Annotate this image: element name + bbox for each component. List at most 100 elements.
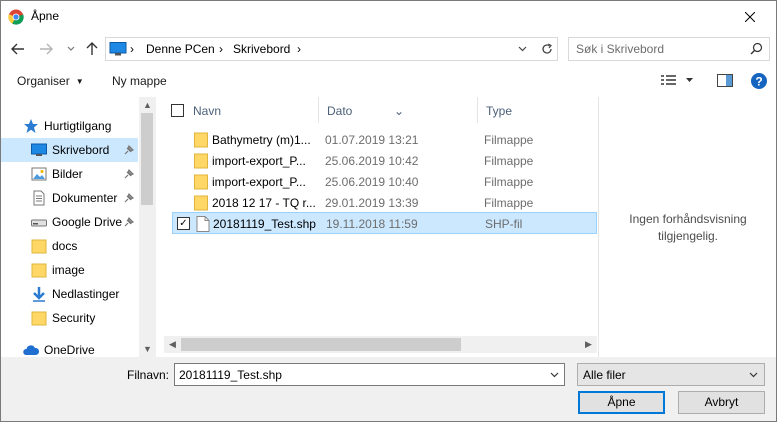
column-header-label: Navn — [193, 104, 222, 118]
nav-item-security[interactable]: Security — [1, 306, 138, 330]
sort-caret-icon: ⌄ — [394, 104, 405, 118]
file-row[interactable]: import-export_P... 25.06.2019 10:40 Film… — [172, 171, 597, 193]
nav-item-onedrive[interactable]: OneDrive — [1, 338, 138, 357]
file-type: Filmappe — [484, 196, 534, 210]
close-button[interactable] — [728, 3, 772, 30]
breadcrumb-separator: › — [219, 42, 223, 56]
close-icon — [745, 11, 755, 22]
file-row[interactable]: Bathymetry (m)1... 01.07.2019 13:21 Film… — [172, 129, 597, 151]
select-all-checkbox[interactable] — [171, 104, 184, 117]
preview-pane-icon[interactable] — [717, 74, 733, 87]
arrow-up-icon — [86, 42, 98, 55]
file-type-filter[interactable]: Alle filer — [577, 363, 765, 386]
arrow-right-icon — [40, 43, 53, 55]
forward-button[interactable] — [37, 40, 55, 58]
file-list-scrollbar[interactable]: ◀ ▶ — [164, 336, 597, 353]
address-bar[interactable]: › Denne PCen › Skrivebord › — [105, 37, 558, 61]
window-title: Åpne — [31, 9, 60, 23]
drive-icon — [31, 219, 47, 227]
filename-input[interactable]: 20181119_Test.shp — [174, 363, 565, 386]
preview-pane: Ingen forhåndsvisning tilgjengelig. — [598, 97, 776, 357]
title-bar: Åpne — [1, 1, 776, 32]
arrow-left-icon — [11, 43, 24, 55]
cancel-button[interactable]: Avbryt — [678, 391, 765, 414]
breadcrumb-desktop[interactable]: Skrivebord — [233, 42, 290, 56]
dialog-footer: Filnavn: 20181119_Test.shp Alle filer Åp… — [1, 357, 776, 421]
scroll-down-icon[interactable]: ▼ — [139, 341, 156, 357]
column-header-name[interactable]: Navn — [164, 97, 319, 123]
folder-icon — [194, 174, 208, 190]
nav-item-quick-access[interactable]: Hurtigtilgang — [1, 114, 138, 138]
new-folder-button[interactable]: Ny mappe — [112, 74, 167, 88]
chevron-down-icon — [67, 46, 75, 51]
filename-value: 20181119_Test.shp — [179, 368, 282, 382]
svg-text:?: ? — [755, 74, 762, 88]
scroll-left-icon[interactable]: ◀ — [164, 336, 181, 353]
pin-icon — [124, 192, 135, 203]
breadcrumb-this-pc[interactable]: Denne PCen — [146, 42, 215, 56]
nav-scrollbar-thumb[interactable] — [141, 113, 153, 205]
address-history-dropdown[interactable] — [513, 38, 531, 60]
file-row-selected[interactable]: ✓ 20181119_Test.shp 19.11.2018 11:59 SHP… — [172, 212, 597, 234]
pin-icon — [124, 168, 135, 179]
column-header-type[interactable]: Type — [478, 97, 597, 123]
nav-item-label: Security — [52, 311, 96, 325]
file-icon — [196, 216, 210, 232]
nav-item-label: OneDrive — [44, 343, 95, 357]
organize-menu[interactable]: Organiser ▼ — [17, 74, 84, 88]
filter-dropdown[interactable] — [745, 367, 761, 383]
refresh-button[interactable] — [535, 38, 557, 60]
preview-message: Ingen forhåndsvisning tilgjengelig. — [599, 211, 777, 245]
nav-item-downloads[interactable]: Nedlastinger — [1, 282, 138, 306]
nav-item-documents[interactable]: Dokumenter — [1, 186, 138, 210]
folder-icon — [194, 195, 208, 211]
folder-icon — [194, 153, 208, 169]
file-type: Filmappe — [484, 175, 534, 189]
file-name: Bathymetry (m)1... — [212, 133, 311, 147]
open-file-dialog: Åpne › Denne PCen › Skrivebord › Søk i S… — [0, 0, 777, 422]
nav-scrollbar[interactable]: ▲ ▼ — [139, 97, 156, 357]
back-button[interactable] — [9, 40, 27, 58]
preview-message-line: tilgjengelig. — [657, 229, 719, 243]
open-button[interactable]: Åpne — [578, 391, 665, 414]
search-box[interactable]: Søk i Skrivebord — [568, 37, 770, 61]
view-options-icon[interactable] — [661, 74, 693, 87]
navigation-pane: Hurtigtilgang Skrivebord Bilder Dokument… — [1, 97, 156, 357]
documents-icon — [33, 190, 45, 206]
folder-icon — [31, 239, 47, 254]
help-icon[interactable]: ? — [751, 73, 767, 89]
scroll-up-icon[interactable]: ▲ — [139, 97, 156, 113]
nav-item-desktop[interactable]: Skrivebord — [1, 138, 138, 162]
nav-item-label: image — [52, 263, 85, 277]
scroll-right-icon[interactable]: ▶ — [580, 336, 597, 353]
folder-icon — [194, 132, 208, 148]
star-icon — [24, 119, 38, 133]
file-row[interactable]: import-export_P... 25.06.2019 10:42 Film… — [172, 150, 597, 172]
file-date: 25.06.2019 10:40 — [325, 175, 419, 189]
nav-item-google-drive[interactable]: Google Drive — [1, 210, 138, 234]
file-name: import-export_P... — [212, 175, 306, 189]
nav-item-label: Hurtigtilgang — [44, 119, 112, 133]
refresh-icon — [541, 43, 552, 54]
recent-locations-button[interactable] — [62, 40, 80, 58]
column-header-date[interactable]: Dato ⌄ — [319, 97, 478, 123]
nav-item-label: Google Drive — [52, 215, 123, 229]
up-button[interactable] — [83, 40, 101, 58]
file-list: Navn Dato ⌄ Type Bathymetry (m)1... 01.0… — [164, 97, 597, 357]
file-list-scrollbar-thumb[interactable] — [181, 338, 461, 351]
row-checkbox[interactable]: ✓ — [177, 217, 190, 230]
breadcrumb-separator: › — [297, 42, 301, 56]
filename-history-dropdown[interactable] — [546, 367, 562, 383]
nav-item-image[interactable]: image — [1, 258, 138, 282]
nav-item-label: Nedlastinger — [52, 287, 120, 301]
chevron-down-icon — [550, 372, 558, 378]
nav-item-pictures[interactable]: Bilder — [1, 162, 138, 186]
chrome-icon — [8, 9, 24, 25]
file-date: 25.06.2019 10:42 — [325, 154, 419, 168]
breadcrumb-separator: › — [130, 42, 134, 56]
nav-item-docs[interactable]: docs — [1, 234, 138, 258]
file-type: Filmappe — [484, 133, 534, 147]
search-placeholder: Søk i Skrivebord — [576, 42, 665, 56]
computer-icon — [109, 42, 127, 56]
file-row[interactable]: 2018 12 17 - TQ r... 29.01.2019 13:39 Fi… — [172, 192, 597, 214]
